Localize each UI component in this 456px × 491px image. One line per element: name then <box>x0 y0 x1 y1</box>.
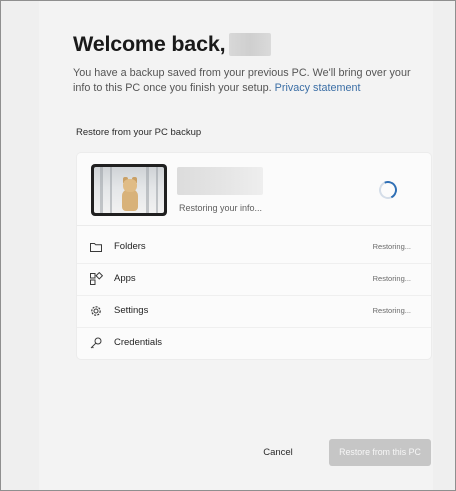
restore-item-apps: Apps Restoring... <box>77 263 431 296</box>
setup-window: Welcome back, You have a backup saved fr… <box>0 0 456 491</box>
wallpaper-preview <box>94 167 164 213</box>
backup-card: Restoring your info... Folders Restoring… <box>77 153 431 359</box>
item-label: Settings <box>114 305 149 316</box>
privacy-statement-link[interactable]: Privacy statement <box>275 82 361 94</box>
device-row: Restoring your info... <box>77 153 431 226</box>
cancel-button[interactable]: Cancel <box>251 441 305 465</box>
redacted-user-name <box>229 32 272 56</box>
device-thumbnail <box>91 164 167 216</box>
device-status: Restoring your info... <box>179 203 263 213</box>
page-title: Welcome back, <box>73 31 226 56</box>
item-status: Restoring... <box>372 274 411 283</box>
folder-icon <box>90 243 102 252</box>
item-status: Restoring... <box>372 242 411 251</box>
item-label: Credentials <box>114 337 163 348</box>
page-description: You have a backup saved from your previo… <box>73 66 423 96</box>
key-icon <box>90 337 102 349</box>
restore-item-credentials: Credentials <box>77 327 431 359</box>
right-margin <box>433 1 455 490</box>
gear-icon <box>91 306 101 316</box>
loading-spinner-icon <box>376 178 400 202</box>
restore-item-settings: Settings Restoring... <box>77 295 431 328</box>
item-label: Folders <box>114 241 146 252</box>
restore-item-folders: Folders Restoring... <box>77 231 431 264</box>
restore-from-this-pc-button[interactable]: Restore from this PC <box>329 439 431 466</box>
section-label: Restore from your PC backup <box>76 127 202 138</box>
apps-icon <box>90 272 103 285</box>
item-status: Restoring... <box>372 306 411 315</box>
page-title-row: Welcome back, <box>73 29 272 59</box>
left-margin <box>1 1 39 490</box>
redacted-device-name <box>177 167 263 195</box>
item-label: Apps <box>114 273 136 284</box>
